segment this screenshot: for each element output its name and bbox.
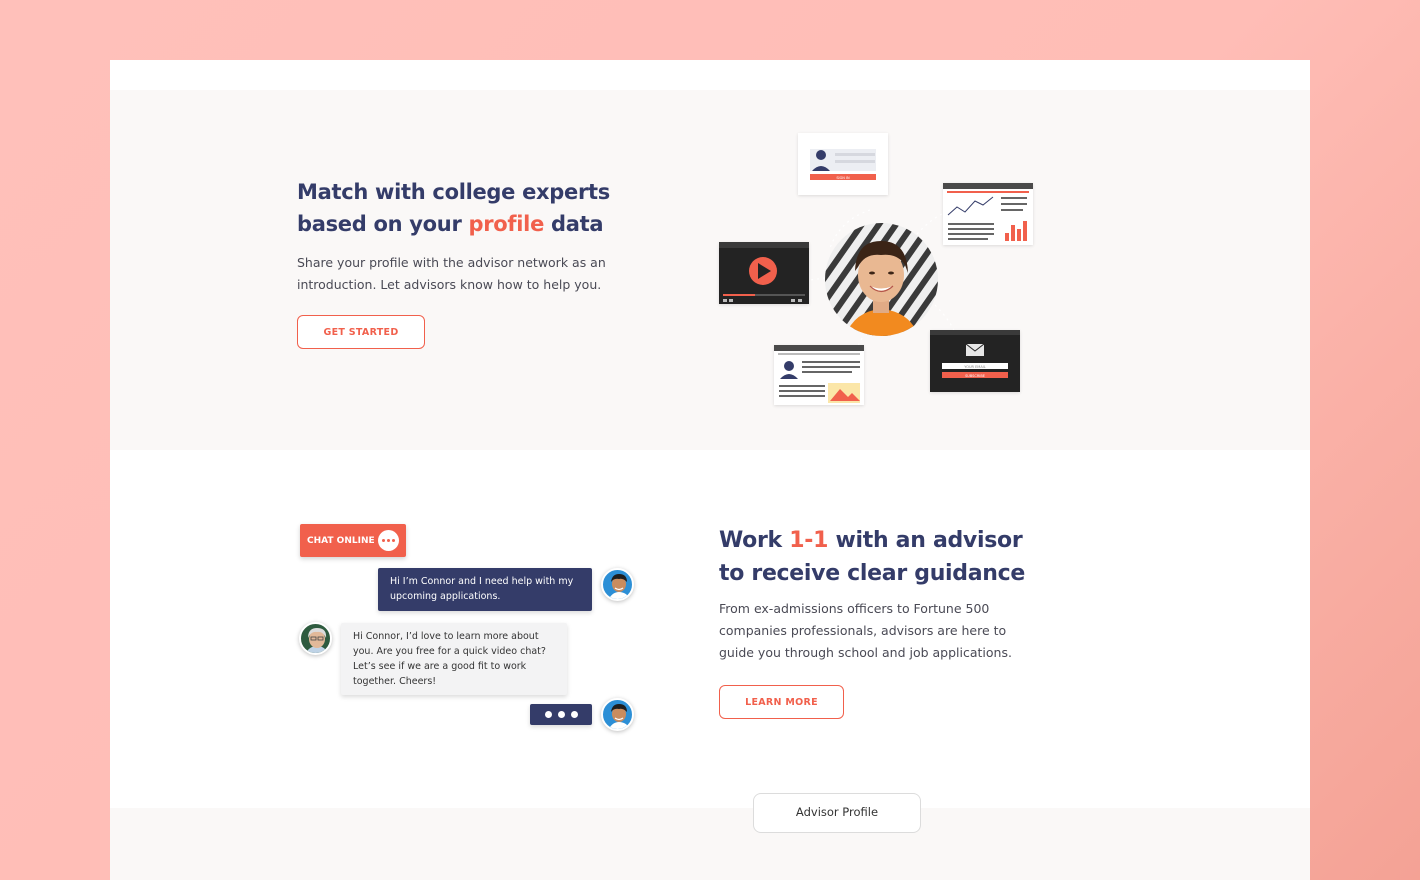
video-player-card — [719, 242, 809, 304]
profile-section-description: Share your profile with the advisor netw… — [297, 255, 606, 292]
profile-illustration: SIGN IN YOUR EMAIL SUBSCRIBE — [710, 130, 1040, 410]
advisor-avatar-icon — [305, 628, 329, 653]
advisor-profile-tab[interactable]: Advisor Profile — [753, 793, 921, 833]
user-icon: SIGN IN — [810, 149, 876, 180]
advisor-avatar — [299, 622, 332, 655]
email-placeholder: YOUR EMAIL — [964, 365, 985, 369]
article-icon — [774, 345, 864, 403]
advisor-section-description: From ex-admissions officers to Fortune 5… — [719, 601, 1012, 660]
sign-in-label: SIGN IN — [836, 176, 850, 180]
article-card — [774, 345, 864, 405]
chat-bubble-icon — [378, 530, 399, 551]
page-frame: Match with college experts based on your… — [110, 60, 1310, 880]
analytics-card — [943, 183, 1033, 245]
title-highlight: profile — [468, 212, 545, 236]
mail-icon: YOUR EMAIL SUBSCRIBE — [930, 330, 1020, 378]
person-avatar-icon — [608, 574, 631, 599]
advisor-section-title: Work 1-1 with an advisor to receive clea… — [719, 524, 1049, 590]
chat-online-label: CHAT ONLINE — [307, 535, 375, 546]
login-form-card: SIGN IN — [798, 133, 888, 195]
subscribe-card: YOUR EMAIL SUBSCRIBE — [930, 330, 1020, 392]
user-message: Hi I’m Connor and I need help with my up… — [378, 568, 592, 611]
person-avatar-icon — [608, 704, 631, 729]
chart-icon — [943, 183, 1033, 241]
subscribe-label: SUBSCRIBE — [965, 374, 985, 378]
get-started-button[interactable]: GET STARTED — [297, 315, 425, 349]
title-text-end: data — [544, 212, 604, 236]
profile-photo — [825, 223, 938, 336]
profile-section-title: Match with college experts based on your… — [297, 176, 637, 240]
user-avatar-typing — [601, 698, 634, 731]
learn-more-button[interactable]: LEARN MORE — [719, 685, 844, 719]
advisor-message: Hi Connor, I’d love to learn more about … — [341, 623, 567, 695]
user-avatar — [601, 568, 634, 601]
person-portrait-icon — [825, 223, 938, 336]
next-section — [110, 808, 1310, 880]
advisor-section: CHAT ONLINE Hi I’m Connor and I need hel… — [110, 450, 1310, 808]
chat-online-badge[interactable]: CHAT ONLINE — [300, 524, 406, 557]
play-icon — [719, 242, 809, 302]
profile-section: Match with college experts based on your… — [110, 90, 1310, 450]
typing-indicator — [530, 704, 592, 725]
title-highlight: 1-1 — [789, 528, 829, 553]
title-text: Work — [719, 528, 790, 553]
